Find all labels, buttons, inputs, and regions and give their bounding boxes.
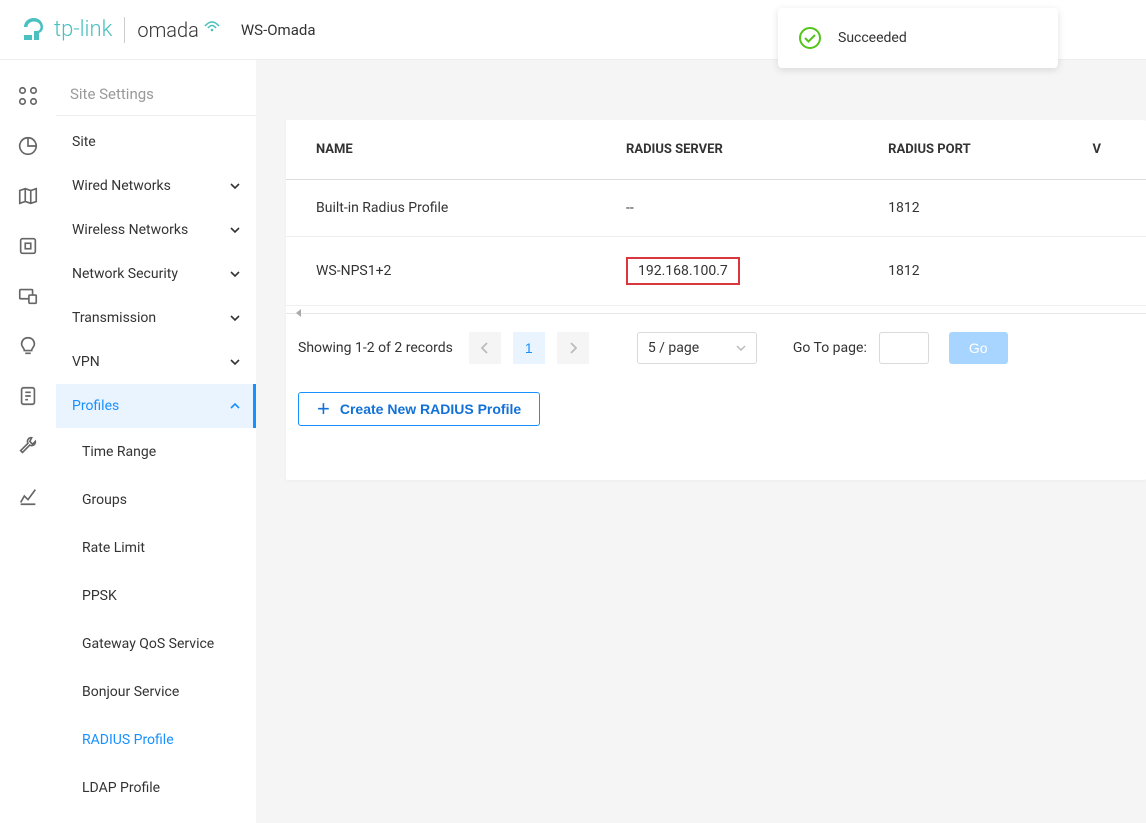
- column-header[interactable]: RADIUS PORT: [874, 120, 1078, 180]
- sidebar-item-vpn[interactable]: VPN: [56, 340, 256, 384]
- submenu-item-bonjour-service[interactable]: Bonjour Service: [56, 668, 256, 716]
- sidebar: Site Settings Site Wired Networks Wireless…: [56, 60, 256, 823]
- go-button[interactable]: Go: [949, 332, 1008, 364]
- chevron-down-icon: [230, 313, 240, 323]
- column-header[interactable]: RADIUS SERVER: [612, 120, 874, 180]
- pie-icon[interactable]: [17, 135, 39, 157]
- column-header[interactable]: NAME: [286, 120, 612, 180]
- table-row[interactable]: WS-NPS1+2 192.168.100.7 1812: [286, 237, 1146, 306]
- cell-port: 1812: [874, 237, 1078, 306]
- radius-panel: NAMERADIUS SERVERRADIUS PORTV Built-in R…: [286, 120, 1146, 480]
- chevron-down-icon: [230, 269, 240, 279]
- submenu-item-gateway-qos-service[interactable]: Gateway QoS Service: [56, 620, 256, 668]
- page-size-value: 5 / page: [648, 340, 699, 356]
- chevron-right-icon: [569, 342, 577, 354]
- page-size-select[interactable]: 5 / page: [637, 332, 757, 364]
- cell-name: Built-in Radius Profile: [286, 180, 612, 237]
- submenu-item-ldap-profile[interactable]: LDAP Profile: [56, 764, 256, 812]
- cell-extra: [1078, 237, 1146, 306]
- create-radius-profile-button[interactable]: + Create New RADIUS Profile: [298, 392, 540, 426]
- sidebar-item-label: Transmission: [72, 310, 156, 326]
- chevron-down-icon: [230, 357, 240, 367]
- sidebar-item-site[interactable]: Site: [56, 120, 256, 164]
- insight-icon[interactable]: [17, 335, 39, 357]
- sidebar-item-label: Wireless Networks: [72, 222, 188, 238]
- goto-label: Go To page:: [793, 340, 867, 356]
- chevron-up-icon: [230, 401, 240, 411]
- logo-divider: [124, 17, 125, 43]
- report-icon[interactable]: [17, 485, 39, 507]
- toast-text: Succeeded: [838, 30, 907, 46]
- horizontal-scroll-hint[interactable]: [286, 306, 1146, 314]
- pagination: Showing 1-2 of 2 records 1 5 / page Go T…: [286, 326, 1146, 382]
- table-row[interactable]: Built-in Radius Profile--1812: [286, 180, 1146, 237]
- brand1-text: tp-link: [54, 17, 112, 42]
- plus-icon: +: [317, 398, 330, 420]
- cell-server: 192.168.100.7: [612, 237, 874, 306]
- submenu-item-rate-limit[interactable]: Rate Limit: [56, 524, 256, 572]
- sidebar-item-label: VPN: [72, 354, 100, 370]
- sidebar-item-label: Network Security: [72, 266, 178, 282]
- device-icon[interactable]: [17, 235, 39, 257]
- wifi-icon: [203, 18, 221, 32]
- dashboard-icon[interactable]: [17, 85, 39, 107]
- sidebar-item-label: Site: [72, 134, 96, 150]
- next-page-button[interactable]: [557, 332, 589, 364]
- submenu-item-ppsk[interactable]: PPSK: [56, 572, 256, 620]
- client-icon[interactable]: [17, 285, 39, 307]
- records-info: Showing 1-2 of 2 records: [298, 340, 453, 356]
- chevron-down-icon: [230, 225, 240, 235]
- page-1-button[interactable]: 1: [513, 332, 545, 364]
- goto-page-input[interactable]: [879, 332, 929, 364]
- cell-port: 1812: [874, 180, 1078, 237]
- column-header[interactable]: V: [1078, 120, 1146, 180]
- check-circle-icon: [798, 26, 822, 50]
- chevron-down-icon: [736, 345, 746, 351]
- cell-server: --: [612, 180, 874, 237]
- chevron-left-icon: [481, 342, 489, 354]
- cell-name: WS-NPS1+2: [286, 237, 612, 306]
- sidebar-section-title: Site Settings: [56, 80, 256, 116]
- sidebar-item-wired-networks[interactable]: Wired Networks: [56, 164, 256, 208]
- cell-extra: [1078, 180, 1146, 237]
- map-icon[interactable]: [17, 185, 39, 207]
- sidebar-item-transmission[interactable]: Transmission: [56, 296, 256, 340]
- create-button-label: Create New RADIUS Profile: [340, 401, 521, 417]
- sidebar-item-label: Wired Networks: [72, 178, 171, 194]
- sidebar-item-network-security[interactable]: Network Security: [56, 252, 256, 296]
- settings-icon[interactable]: [17, 435, 39, 457]
- submenu-item-radius-profile[interactable]: RADIUS Profile: [56, 716, 256, 764]
- log-icon[interactable]: [17, 385, 39, 407]
- brand2-text: omada: [137, 18, 199, 42]
- sidebar-item-wireless-networks[interactable]: Wireless Networks: [56, 208, 256, 252]
- prev-page-button[interactable]: [469, 332, 501, 364]
- icon-rail: [0, 60, 56, 823]
- main-content: NAMERADIUS SERVERRADIUS PORTV Built-in R…: [256, 60, 1146, 823]
- sidebar-item-label: Profiles: [72, 398, 119, 414]
- site-name: WS-Omada: [241, 21, 316, 39]
- radius-table: NAMERADIUS SERVERRADIUS PORTV Built-in R…: [286, 120, 1146, 306]
- submenu-item-groups[interactable]: Groups: [56, 476, 256, 524]
- highlighted-server: 192.168.100.7: [626, 257, 740, 285]
- submenu-item-time-range[interactable]: Time Range: [56, 428, 256, 476]
- tplink-logo-icon: [20, 16, 48, 44]
- sidebar-item-profiles[interactable]: Profiles: [56, 384, 256, 428]
- tplink-logo: tp-link: [20, 16, 112, 44]
- success-toast: Succeeded: [778, 8, 1058, 68]
- omada-logo: omada: [137, 18, 221, 42]
- chevron-down-icon: [230, 181, 240, 191]
